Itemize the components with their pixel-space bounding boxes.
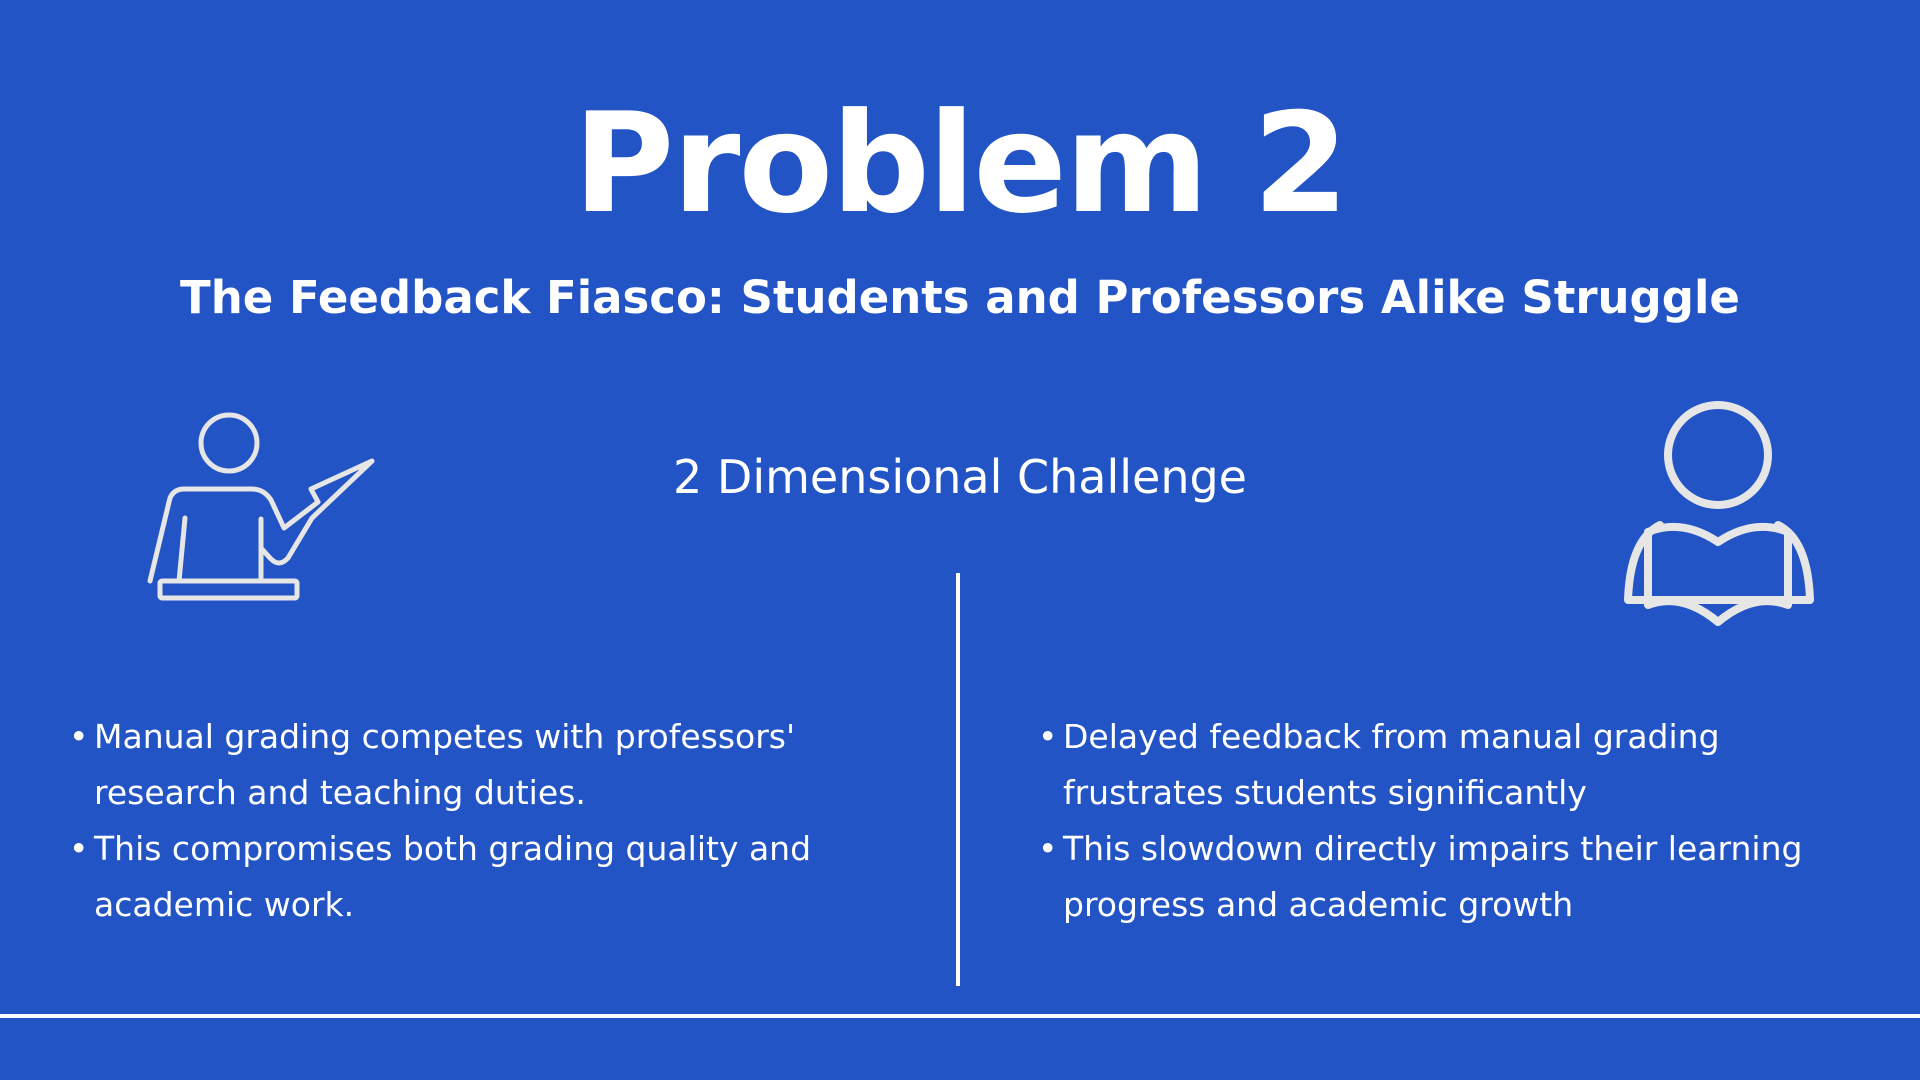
column-divider <box>956 573 960 986</box>
slide: Problem 2 The Feedback Fiasco: Students … <box>0 0 1920 1080</box>
student-bullet-item: This slowdown directly impairs their lea… <box>1038 821 1878 933</box>
student-bullet-item: Delayed feedback from manual grading fru… <box>1038 709 1878 821</box>
slide-title: Problem 2 <box>573 83 1349 244</box>
professor-bullet-item: Manual grading competes with professors'… <box>69 709 879 821</box>
student-reading-book-icon <box>1624 401 1814 626</box>
student-bullet-list: Delayed feedback from manual grading fru… <box>1038 709 1878 933</box>
bottom-divider <box>0 1014 1920 1018</box>
professor-bullet-list: Manual grading competes with professors'… <box>69 709 879 933</box>
professor-bullet-item: This compromises both grading quality an… <box>69 821 879 933</box>
teacher-with-pointer-icon <box>147 412 375 601</box>
slide-subtitle: The Feedback Fiasco: Students and Profes… <box>180 271 1740 324</box>
